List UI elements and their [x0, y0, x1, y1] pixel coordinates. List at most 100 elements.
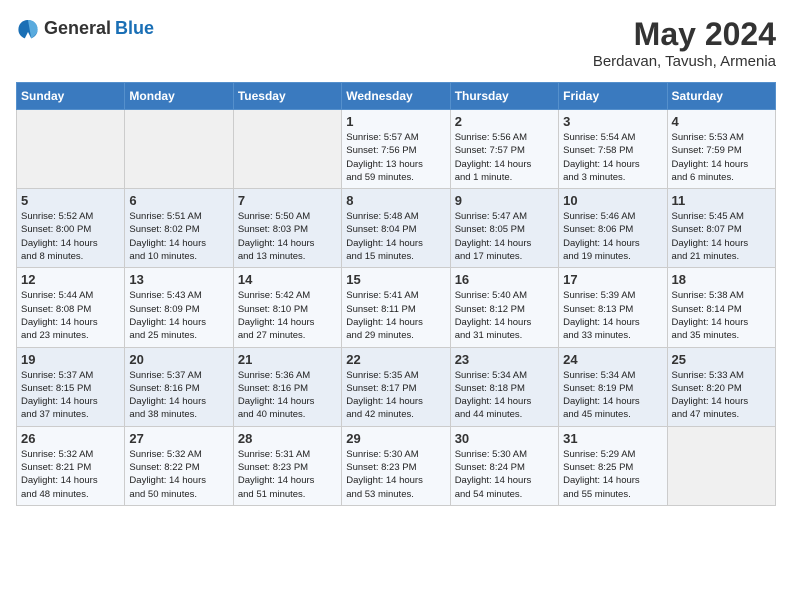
day-info: Sunrise: 5:32 AM Sunset: 8:22 PM Dayligh…: [129, 448, 228, 501]
day-info: Sunrise: 5:39 AM Sunset: 8:13 PM Dayligh…: [563, 289, 662, 342]
day-number: 25: [672, 352, 771, 367]
calendar-cell: 22 Sunrise: 5:35 AM Sunset: 8:17 PM Dayli…: [342, 347, 450, 426]
day-number: 27: [129, 431, 228, 446]
day-number: 28: [238, 431, 337, 446]
calendar-cell: 28 Sunrise: 5:31 AM Sunset: 8:23 PM Dayli…: [233, 426, 341, 505]
calendar-cell: 27 Sunrise: 5:32 AM Sunset: 8:22 PM Dayli…: [125, 426, 233, 505]
calendar-cell: 19Sunrise: 5:37 AM Sunset: 8:15 PM Dayli…: [17, 347, 125, 426]
calendar-cell: 9 Sunrise: 5:47 AM Sunset: 8:05 PM Daylig…: [450, 189, 558, 268]
day-info: Sunrise: 5:31 AM Sunset: 8:23 PM Dayligh…: [238, 448, 337, 501]
calendar-cell: 8 Sunrise: 5:48 AM Sunset: 8:04 PM Daylig…: [342, 189, 450, 268]
calendar-cell: 13Sunrise: 5:43 AM Sunset: 8:09 PM Dayli…: [125, 268, 233, 347]
day-number: 4: [672, 114, 771, 129]
calendar-cell: 11 Sunrise: 5:45 AM Sunset: 8:07 PM Dayli…: [667, 189, 775, 268]
day-info: Sunrise: 5:33 AM Sunset: 8:20 PM Dayligh…: [672, 369, 771, 422]
day-info: Sunrise: 5:29 AM Sunset: 8:25 PM Dayligh…: [563, 448, 662, 501]
day-number: 15: [346, 272, 445, 287]
day-info: Sunrise: 5:38 AM Sunset: 8:14 PM Dayligh…: [672, 289, 771, 342]
calendar-cell: 17Sunrise: 5:39 AM Sunset: 8:13 PM Dayli…: [559, 268, 667, 347]
day-number: 6: [129, 193, 228, 208]
day-header-tuesday: Tuesday: [233, 83, 341, 110]
day-info: Sunrise: 5:53 AM Sunset: 7:59 PM Dayligh…: [672, 131, 771, 184]
location: Berdavan, Tavush, Armenia: [593, 53, 776, 70]
day-header-wednesday: Wednesday: [342, 83, 450, 110]
day-number: 16: [455, 272, 554, 287]
logo-icon: [16, 16, 40, 40]
day-info: Sunrise: 5:47 AM Sunset: 8:05 PM Dayligh…: [455, 210, 554, 263]
logo-general: General: [44, 18, 111, 39]
day-number: 3: [563, 114, 662, 129]
day-number: 10: [563, 193, 662, 208]
day-number: 7: [238, 193, 337, 208]
day-number: 11: [672, 193, 771, 208]
day-number: 23: [455, 352, 554, 367]
day-info: Sunrise: 5:34 AM Sunset: 8:18 PM Dayligh…: [455, 369, 554, 422]
calendar-cell: 18 Sunrise: 5:38 AM Sunset: 8:14 PM Dayli…: [667, 268, 775, 347]
calendar-cell: [125, 110, 233, 189]
day-number: 13: [129, 272, 228, 287]
day-info: Sunrise: 5:41 AM Sunset: 8:11 PM Dayligh…: [346, 289, 445, 342]
day-number: 8: [346, 193, 445, 208]
day-number: 20: [129, 352, 228, 367]
day-header-thursday: Thursday: [450, 83, 558, 110]
calendar-cell: 20Sunrise: 5:37 AM Sunset: 8:16 PM Dayli…: [125, 347, 233, 426]
day-number: 21: [238, 352, 337, 367]
day-info: Sunrise: 5:35 AM Sunset: 8:17 PM Dayligh…: [346, 369, 445, 422]
day-header-friday: Friday: [559, 83, 667, 110]
calendar: SundayMondayTuesdayWednesdayThursdayFrid…: [16, 82, 776, 506]
day-number: 24: [563, 352, 662, 367]
logo: GeneralBlue: [16, 16, 154, 40]
calendar-cell: 5 Sunrise: 5:52 AM Sunset: 8:00 PM Daylig…: [17, 189, 125, 268]
day-info: Sunrise: 5:30 AM Sunset: 8:23 PM Dayligh…: [346, 448, 445, 501]
day-number: 1: [346, 114, 445, 129]
day-info: Sunrise: 5:48 AM Sunset: 8:04 PM Dayligh…: [346, 210, 445, 263]
day-info: Sunrise: 5:56 AM Sunset: 7:57 PM Dayligh…: [455, 131, 554, 184]
calendar-cell: 15 Sunrise: 5:41 AM Sunset: 8:11 PM Dayli…: [342, 268, 450, 347]
calendar-cell: 31 Sunrise: 5:29 AM Sunset: 8:25 PM Dayli…: [559, 426, 667, 505]
calendar-cell: [233, 110, 341, 189]
calendar-cell: 12 Sunrise: 5:44 AM Sunset: 8:08 PM Dayli…: [17, 268, 125, 347]
day-info: Sunrise: 5:36 AM Sunset: 8:16 PM Dayligh…: [238, 369, 337, 422]
day-info: Sunrise: 5:51 AM Sunset: 8:02 PM Dayligh…: [129, 210, 228, 263]
day-header-sunday: Sunday: [17, 83, 125, 110]
day-number: 2: [455, 114, 554, 129]
calendar-cell: 2 Sunrise: 5:56 AM Sunset: 7:57 PM Daylig…: [450, 110, 558, 189]
calendar-cell: 1Sunrise: 5:57 AM Sunset: 7:56 PM Daylig…: [342, 110, 450, 189]
day-info: Sunrise: 5:52 AM Sunset: 8:00 PM Dayligh…: [21, 210, 120, 263]
day-number: 30: [455, 431, 554, 446]
day-info: Sunrise: 5:50 AM Sunset: 8:03 PM Dayligh…: [238, 210, 337, 263]
day-info: Sunrise: 5:42 AM Sunset: 8:10 PM Dayligh…: [238, 289, 337, 342]
calendar-cell: 10Sunrise: 5:46 AM Sunset: 8:06 PM Dayli…: [559, 189, 667, 268]
day-number: 18: [672, 272, 771, 287]
calendar-cell: 14 Sunrise: 5:42 AM Sunset: 8:10 PM Dayli…: [233, 268, 341, 347]
day-info: Sunrise: 5:45 AM Sunset: 8:07 PM Dayligh…: [672, 210, 771, 263]
day-info: Sunrise: 5:37 AM Sunset: 8:15 PM Dayligh…: [21, 369, 120, 422]
day-number: 26: [21, 431, 120, 446]
calendar-cell: 16 Sunrise: 5:40 AM Sunset: 8:12 PM Dayli…: [450, 268, 558, 347]
day-info: Sunrise: 5:34 AM Sunset: 8:19 PM Dayligh…: [563, 369, 662, 422]
day-number: 14: [238, 272, 337, 287]
title-block: May 2024 Berdavan, Tavush, Armenia: [593, 16, 776, 70]
page-header: GeneralBlue May 2024 Berdavan, Tavush, A…: [16, 16, 776, 70]
day-number: 31: [563, 431, 662, 446]
calendar-cell: 6 Sunrise: 5:51 AM Sunset: 8:02 PM Daylig…: [125, 189, 233, 268]
logo-blue: Blue: [115, 18, 154, 39]
calendar-cell: 25 Sunrise: 5:33 AM Sunset: 8:20 PM Dayli…: [667, 347, 775, 426]
calendar-cell: [17, 110, 125, 189]
day-info: Sunrise: 5:44 AM Sunset: 8:08 PM Dayligh…: [21, 289, 120, 342]
day-info: Sunrise: 5:32 AM Sunset: 8:21 PM Dayligh…: [21, 448, 120, 501]
calendar-cell: 26 Sunrise: 5:32 AM Sunset: 8:21 PM Dayli…: [17, 426, 125, 505]
day-header-monday: Monday: [125, 83, 233, 110]
calendar-cell: 3 Sunrise: 5:54 AM Sunset: 7:58 PM Daylig…: [559, 110, 667, 189]
calendar-cell: 24 Sunrise: 5:34 AM Sunset: 8:19 PM Dayli…: [559, 347, 667, 426]
day-info: Sunrise: 5:30 AM Sunset: 8:24 PM Dayligh…: [455, 448, 554, 501]
day-number: 9: [455, 193, 554, 208]
day-number: 12: [21, 272, 120, 287]
calendar-cell: 29Sunrise: 5:30 AM Sunset: 8:23 PM Dayli…: [342, 426, 450, 505]
calendar-cell: 7 Sunrise: 5:50 AM Sunset: 8:03 PM Daylig…: [233, 189, 341, 268]
day-info: Sunrise: 5:40 AM Sunset: 8:12 PM Dayligh…: [455, 289, 554, 342]
calendar-cell: 4 Sunrise: 5:53 AM Sunset: 7:59 PM Daylig…: [667, 110, 775, 189]
day-number: 5: [21, 193, 120, 208]
day-info: Sunrise: 5:54 AM Sunset: 7:58 PM Dayligh…: [563, 131, 662, 184]
day-number: 22: [346, 352, 445, 367]
